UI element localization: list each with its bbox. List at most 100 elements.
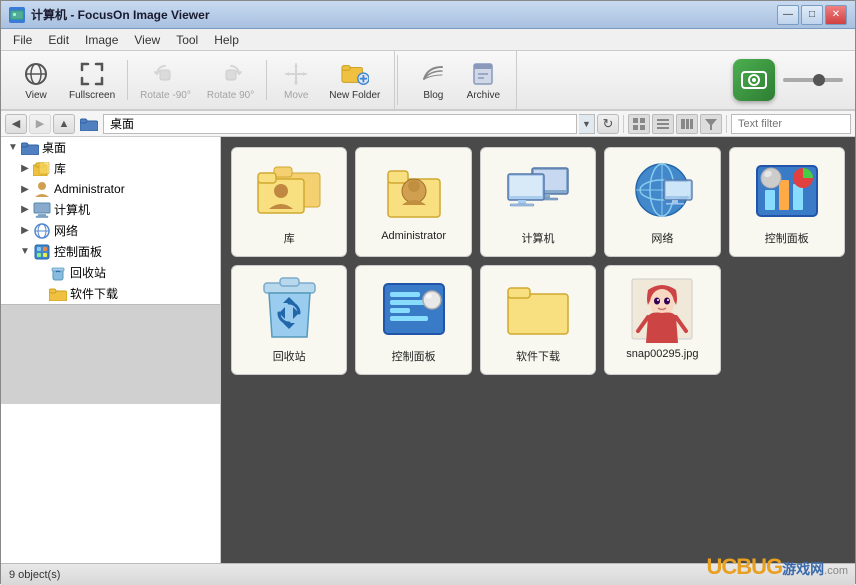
new-folder-icon xyxy=(341,60,369,88)
archive-icon xyxy=(469,60,497,88)
status-text: 9 object(s) xyxy=(9,569,60,581)
library-toggle[interactable]: ▶ xyxy=(17,161,33,177)
file-item-library[interactable]: 库 xyxy=(231,147,347,257)
filter-button[interactable] xyxy=(700,114,722,134)
sidebar-library-label: 库 xyxy=(54,160,66,177)
slider-thumb[interactable] xyxy=(813,74,825,86)
computer-file-label: 计算机 xyxy=(521,230,554,246)
watermark-suffix: .com xyxy=(824,565,848,577)
admin-file-label: Administrator xyxy=(381,230,446,242)
network-toggle[interactable]: ▶ xyxy=(17,223,33,239)
watermark-text: UCBUG xyxy=(706,554,782,580)
file-item-controlpanel[interactable]: 控制面板 xyxy=(729,147,845,257)
cp2-file-label: 控制面板 xyxy=(392,348,436,364)
new-folder-button[interactable]: New Folder xyxy=(321,56,388,105)
toolbar-separator-3 xyxy=(397,55,398,105)
view-button[interactable]: View xyxy=(11,56,61,105)
app-badge xyxy=(733,59,775,101)
computer-file-icon xyxy=(503,156,573,226)
menu-image[interactable]: Image xyxy=(77,31,126,49)
address-dropdown[interactable]: ▼ xyxy=(579,114,595,134)
menu-bar: File Edit Image View Tool Help xyxy=(1,29,855,51)
file-item-administrator[interactable]: Administrator xyxy=(355,147,471,257)
cp-icon xyxy=(33,245,51,259)
library-file-label: 库 xyxy=(284,230,295,246)
file-item-image[interactable]: snap00295.jpg xyxy=(604,265,720,375)
details-view-button[interactable] xyxy=(676,114,698,134)
fullscreen-button[interactable]: Fullscreen xyxy=(61,56,123,105)
sidebar-item-network[interactable]: ▶ 网络 xyxy=(1,220,220,241)
address-text: 桌面 xyxy=(110,115,134,132)
menu-edit[interactable]: Edit xyxy=(40,31,77,49)
menu-tool[interactable]: Tool xyxy=(168,31,206,49)
file-item-computer[interactable]: 计算机 xyxy=(480,147,596,257)
sidebar-admin-label: Administrator xyxy=(54,182,125,196)
fullscreen-icon xyxy=(78,60,106,88)
recycle-file-label: 回收站 xyxy=(273,348,306,364)
nav-bar: ◀ ▶ ▲ 桌面 ▼ ↻ xyxy=(1,111,855,137)
file-item-network[interactable]: 网络 xyxy=(604,147,720,257)
toolbar-separator xyxy=(127,60,128,100)
file-item-controlpanel2[interactable]: 控制面板 xyxy=(355,265,471,375)
computer-toggle[interactable]: ▶ xyxy=(17,202,33,218)
menu-file[interactable]: File xyxy=(5,31,40,49)
computer-icon xyxy=(33,203,51,217)
sidebar-item-controlpanel[interactable]: ▼ 控制面板 xyxy=(1,241,220,262)
sidebar-item-administrator[interactable]: ▶ Administrator xyxy=(1,179,220,199)
root-folder-icon xyxy=(21,141,39,155)
toolbar-right-group: Blog Archive xyxy=(400,51,517,109)
root-toggle[interactable]: ▼ xyxy=(5,140,21,156)
sidebar-root[interactable]: ▼ 桌面 xyxy=(1,137,220,158)
window-title: 计算机 - FocusOn Image Viewer xyxy=(31,6,777,23)
blog-button[interactable]: Blog xyxy=(408,56,458,105)
file-item-software[interactable]: 软件下载 xyxy=(480,265,596,375)
sidebar-item-library[interactable]: ▶ 库 xyxy=(1,158,220,179)
new-folder-label: New Folder xyxy=(329,90,380,101)
cp2-file-icon xyxy=(379,274,449,344)
address-bar[interactable]: 桌面 xyxy=(103,114,577,134)
watermark-subtext: 游戏网 xyxy=(782,559,824,579)
green-icon-area xyxy=(725,51,851,109)
sidebar-item-software[interactable]: ▶ 软件下载 xyxy=(1,283,220,304)
menu-help[interactable]: Help xyxy=(206,31,247,49)
menu-view[interactable]: View xyxy=(126,31,168,49)
nav-separator xyxy=(623,115,624,133)
text-filter-input[interactable] xyxy=(731,114,851,134)
image-file-label: snap00295.jpg xyxy=(626,348,698,360)
rotate-neg-button[interactable]: Rotate -90° xyxy=(132,56,199,105)
move-icon xyxy=(282,60,310,88)
view-label: View xyxy=(25,90,47,101)
sidebar-item-computer[interactable]: ▶ 计算机 xyxy=(1,199,220,220)
grid-view-button[interactable] xyxy=(628,114,650,134)
view-icon xyxy=(22,60,50,88)
forward-button[interactable]: ▶ xyxy=(29,114,51,134)
file-item-recycle[interactable]: 回收站 xyxy=(231,265,347,375)
file-grid: 库 Administrator xyxy=(221,137,855,563)
rotate-pos-button[interactable]: Rotate 90° xyxy=(199,56,262,105)
minimize-button[interactable]: — xyxy=(777,5,799,25)
slider-track[interactable] xyxy=(783,78,843,82)
maximize-button[interactable]: □ xyxy=(801,5,823,25)
move-label: Move xyxy=(284,90,308,101)
archive-button[interactable]: Archive xyxy=(458,56,508,105)
up-button[interactable]: ▲ xyxy=(53,114,75,134)
close-button[interactable]: ✕ xyxy=(825,5,847,25)
refresh-button[interactable]: ↻ xyxy=(597,114,619,134)
cp-file-label: 控制面板 xyxy=(765,230,809,246)
sidebar-network-label: 网络 xyxy=(54,222,78,239)
sidebar-item-recycle[interactable]: ▶ 回收站 xyxy=(1,262,220,283)
admin-icon xyxy=(33,182,51,196)
image-file-icon xyxy=(627,274,697,344)
back-button[interactable]: ◀ xyxy=(5,114,27,134)
cp-file-icon xyxy=(752,156,822,226)
list-view-button[interactable] xyxy=(652,114,674,134)
rotate-neg-icon xyxy=(151,60,179,88)
network-file-label: 网络 xyxy=(651,230,673,246)
move-button[interactable]: Move xyxy=(271,56,321,105)
admin-toggle[interactable]: ▶ xyxy=(17,181,33,197)
cp-toggle[interactable]: ▼ xyxy=(17,244,33,260)
sidebar-software-label: 软件下载 xyxy=(70,285,118,302)
library-file-icon xyxy=(254,156,324,226)
slider-area[interactable] xyxy=(783,78,843,82)
watermark: UCBUG 游戏网 .com xyxy=(706,554,848,580)
